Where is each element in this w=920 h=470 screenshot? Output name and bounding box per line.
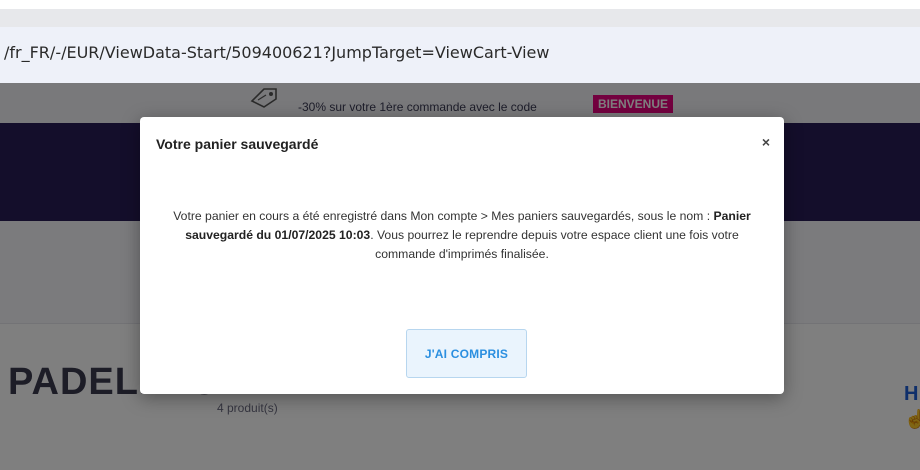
modal-message-prefix: Votre panier en cours a été enregistré d… bbox=[173, 209, 714, 223]
browser-tabstrip bbox=[0, 0, 920, 9]
close-icon[interactable]: × bbox=[762, 134, 770, 150]
understood-button[interactable]: J'AI COMPRIS bbox=[406, 329, 527, 378]
modal-message-suffix: . Vous pourrez le reprendre depuis votre… bbox=[370, 228, 739, 261]
saved-cart-modal: Votre panier sauvegardé × Votre panier e… bbox=[140, 117, 784, 394]
browser-tabstrip-band bbox=[0, 9, 920, 27]
modal-header: Votre panier sauvegardé × bbox=[140, 117, 784, 169]
modal-message: Votre panier en cours a été enregistré d… bbox=[156, 207, 768, 264]
address-bar[interactable]: /fr_FR/-/EUR/ViewData-Start/509400621?Ju… bbox=[0, 27, 920, 83]
url-text[interactable]: /fr_FR/-/EUR/ViewData-Start/509400621?Ju… bbox=[4, 43, 549, 62]
modal-title: Votre panier sauvegardé bbox=[156, 136, 319, 152]
